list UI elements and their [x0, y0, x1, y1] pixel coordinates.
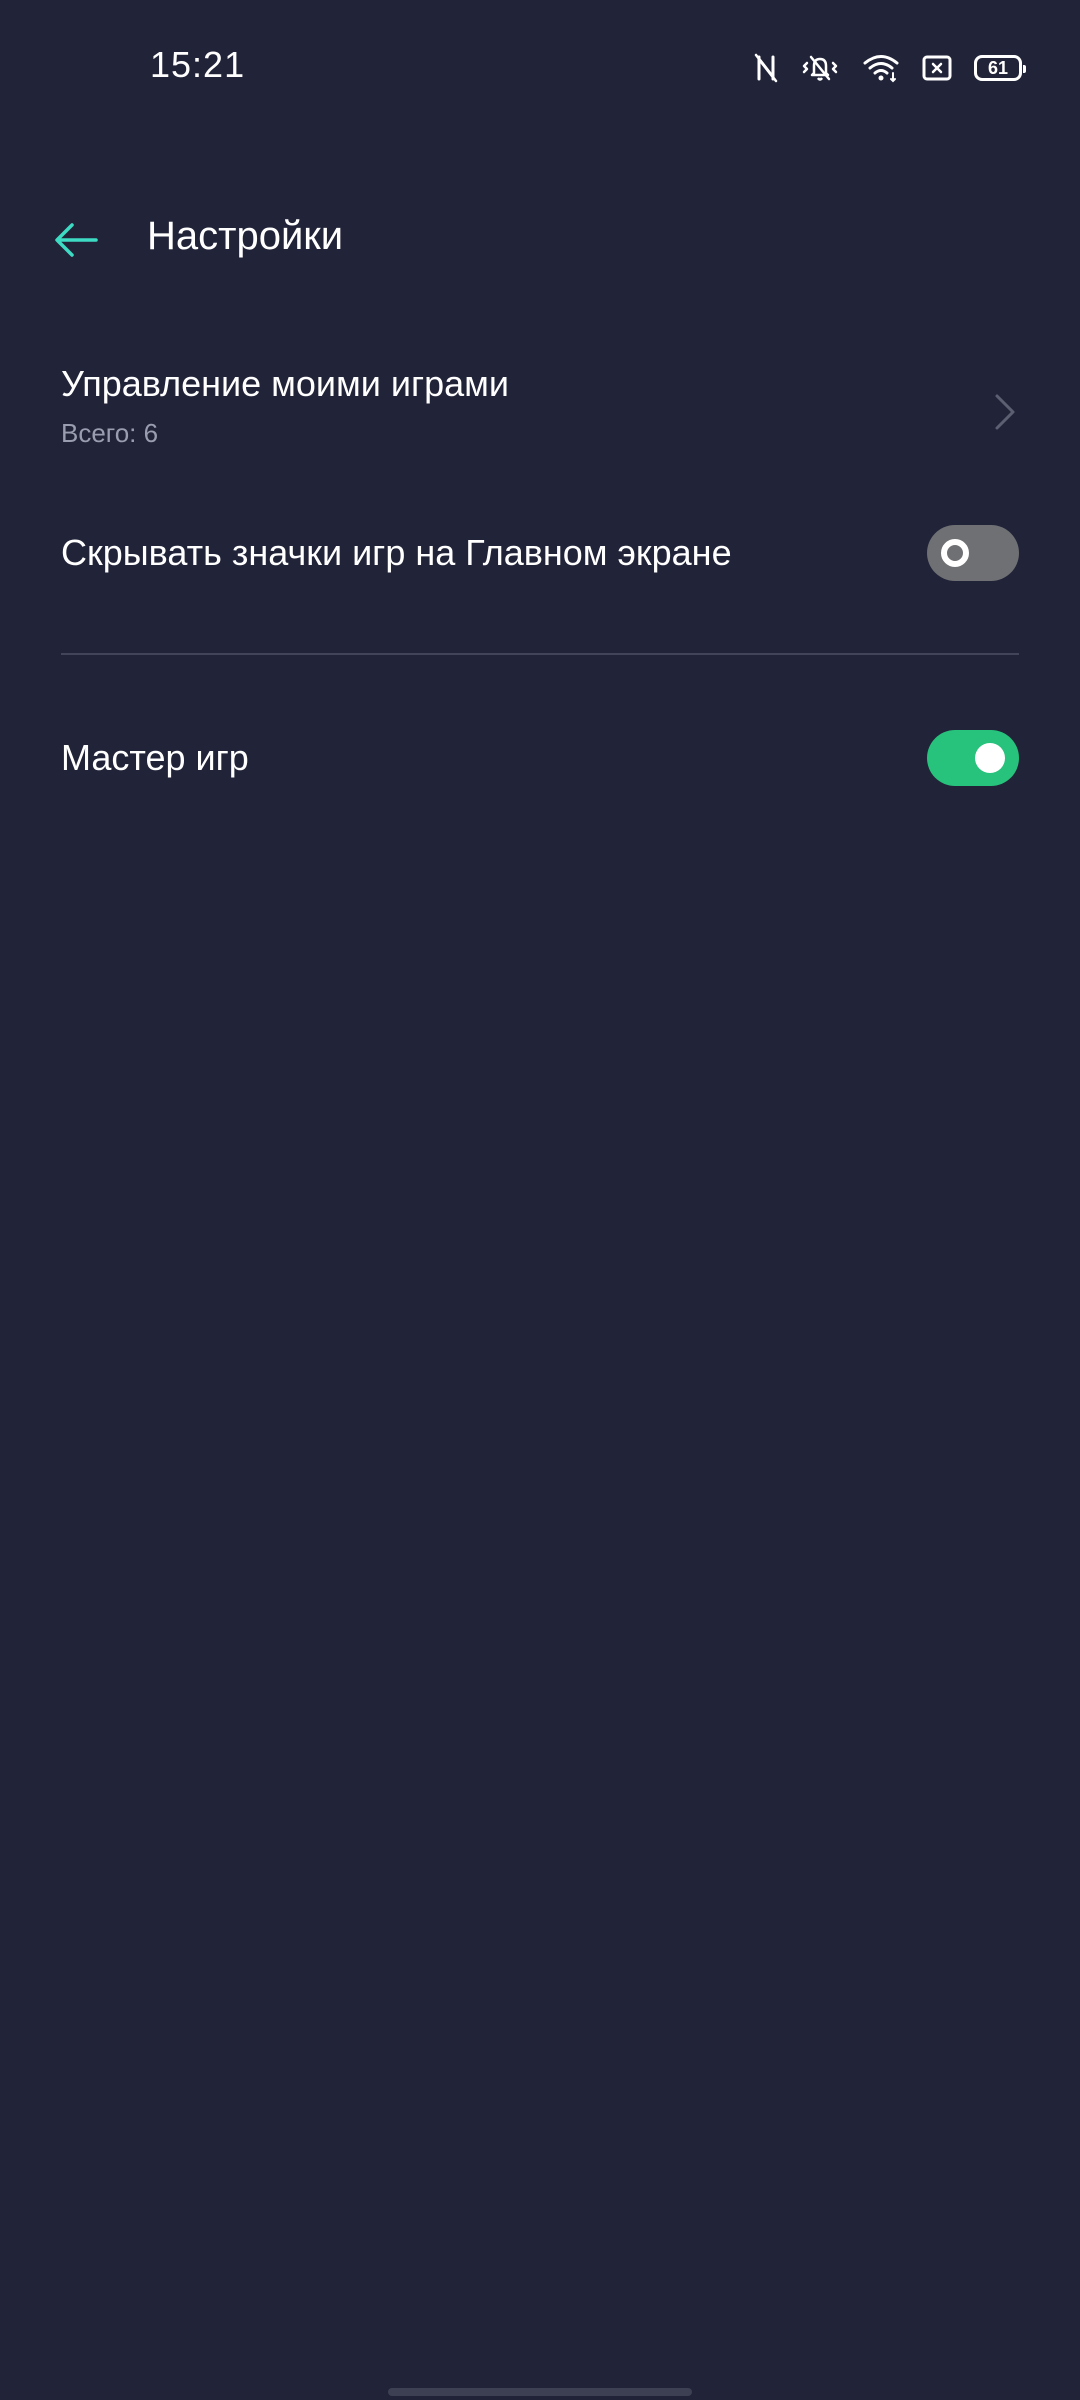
hide-game-icons-row: Скрывать значки игр на Главном экране — [61, 525, 1019, 581]
hide-game-icons-title: Скрывать значки игр на Главном экране — [61, 532, 732, 573]
battery-icon: 61 — [974, 55, 1026, 81]
toggle-knob — [975, 743, 1005, 773]
home-indicator[interactable] — [388, 2388, 692, 2396]
game-master-row: Мастер игр — [61, 730, 1019, 786]
toggle-knob — [941, 539, 969, 567]
chevron-right-icon — [995, 394, 1015, 430]
hide-game-icons-toggle[interactable] — [927, 525, 1019, 581]
game-master-title: Мастер игр — [61, 737, 249, 778]
nfc-off-icon — [754, 53, 778, 83]
status-time: 15:21 — [150, 44, 246, 85]
vibrate-icon — [800, 53, 840, 83]
close-box-icon — [922, 55, 952, 81]
wifi-icon — [862, 53, 900, 83]
game-master-toggle[interactable] — [927, 730, 1019, 786]
manage-games-title: Управление моими играми — [61, 363, 510, 404]
section-divider — [61, 653, 1019, 655]
app-bar: Настройки — [0, 190, 1080, 290]
arrow-left-icon — [55, 223, 98, 257]
page-title: Настройки — [147, 214, 344, 258]
status-icons: 61 — [754, 50, 1026, 86]
manage-games-row[interactable]: Управление моими играми Всего: 6 — [61, 362, 1019, 462]
back-button[interactable] — [40, 204, 112, 276]
manage-games-count: Всего: 6 — [61, 418, 159, 448]
battery-level: 61 — [987, 57, 1009, 78]
status-bar: 15:21 61 — [0, 0, 1080, 130]
